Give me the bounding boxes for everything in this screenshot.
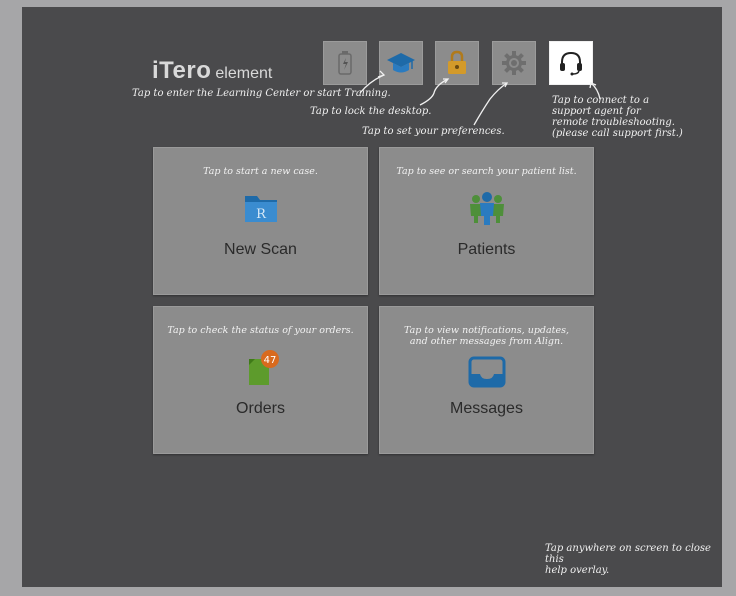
battery-button[interactable] bbox=[323, 41, 367, 85]
new-scan-tip: Tap to start a new case. bbox=[203, 166, 318, 177]
new-scan-tile[interactable]: Tap to start a new case. R New Scan bbox=[153, 147, 368, 295]
callout-lock: Tap to lock the desktop. bbox=[310, 106, 432, 117]
battery-icon bbox=[338, 51, 352, 75]
callout-support: Tap to connect to a support agent for re… bbox=[552, 95, 683, 139]
orders-icon: 47 bbox=[248, 350, 279, 385]
learning-center-button[interactable] bbox=[379, 41, 423, 85]
callout-learning: Tap to enter the Learning Center or star… bbox=[132, 88, 391, 99]
inbox-icon bbox=[468, 356, 505, 388]
messages-tile[interactable]: Tap to view notifications, updates, and … bbox=[379, 306, 594, 454]
messages-tip: Tap to view notifications, updates, and … bbox=[403, 325, 569, 347]
logo-product: element bbox=[215, 65, 273, 82]
lock-button[interactable] bbox=[435, 41, 479, 85]
patients-tile[interactable]: Tap to see or search your patient list. … bbox=[379, 147, 594, 295]
folder-r-icon: R bbox=[244, 196, 277, 222]
patients-tip: Tap to see or search your patient list. bbox=[396, 166, 577, 177]
new-scan-label: New Scan bbox=[224, 241, 297, 258]
graduation-cap-icon bbox=[387, 53, 415, 73]
logo-brand: iTero bbox=[152, 57, 212, 84]
lock-icon bbox=[448, 50, 466, 74]
settings-button[interactable] bbox=[492, 41, 536, 85]
patients-icon bbox=[469, 192, 504, 225]
callout-settings: Tap to set your preferences. bbox=[362, 126, 505, 137]
support-button[interactable] bbox=[549, 41, 593, 85]
itero-logo: iTero element bbox=[152, 57, 272, 85]
close-overlay-hint: Tap anywhere on screen to close this hel… bbox=[545, 543, 711, 576]
orders-label: Orders bbox=[236, 400, 285, 417]
messages-label: Messages bbox=[450, 400, 523, 417]
patients-label: Patients bbox=[457, 241, 516, 258]
orders-tile[interactable]: Tap to check the status of your orders. … bbox=[153, 306, 368, 454]
headset-icon bbox=[560, 51, 582, 76]
svg-text:R: R bbox=[256, 207, 267, 222]
orders-tip: Tap to check the status of your orders. bbox=[167, 325, 354, 336]
orders-badge: 47 bbox=[263, 355, 276, 366]
help-overlay[interactable]: iTero element Tap to enter the Learning … bbox=[22, 7, 722, 587]
gear-icon bbox=[502, 51, 526, 75]
